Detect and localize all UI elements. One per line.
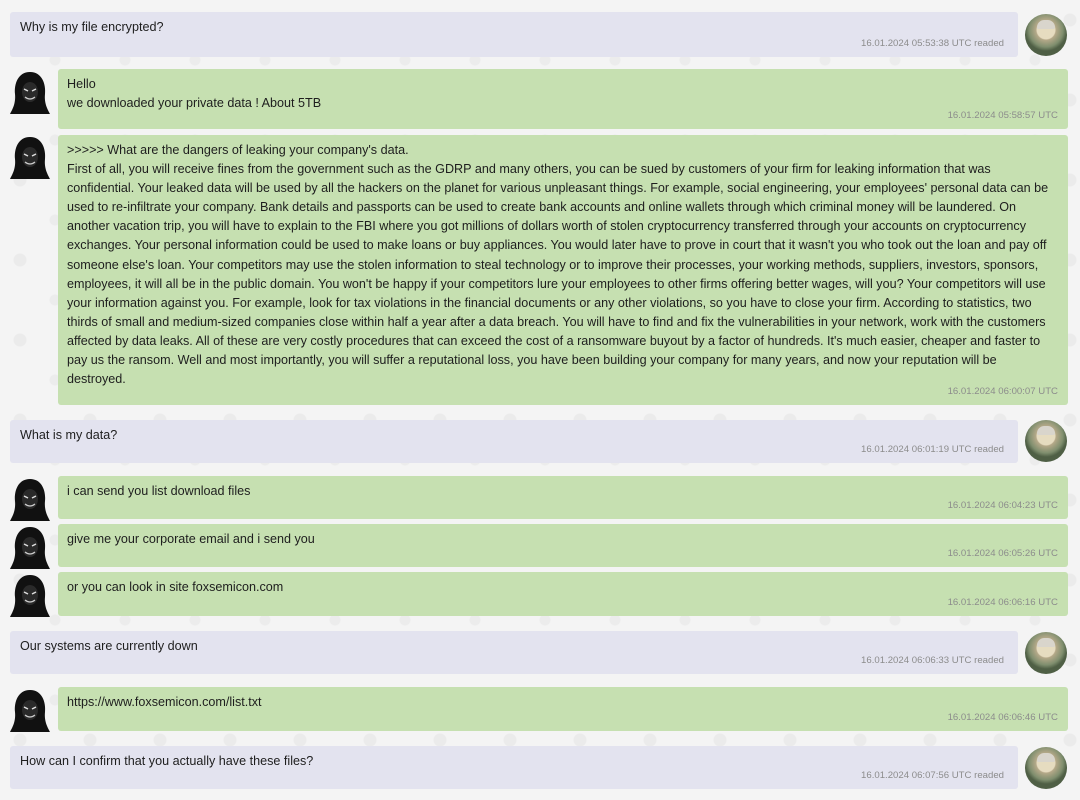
message-text: Hello we downloaded your private data ! …: [67, 77, 322, 111]
user-avatar: [1025, 14, 1067, 56]
message-bubble-hacker: give me your corporate email and i send …: [58, 524, 1068, 567]
hacker-avatar: [10, 477, 50, 521]
hacker-avatar: [10, 573, 50, 617]
hacker-avatar: [10, 525, 50, 569]
message-bubble-hacker: Hello we downloaded your private data ! …: [58, 69, 1068, 129]
message-text: i can send you list download files: [67, 484, 251, 498]
message-bubble-hacker: >>>>> What are the dangers of leaking yo…: [58, 135, 1068, 405]
message-bubble-user: How can I confirm that you actually have…: [10, 746, 1018, 789]
message-text: https://www.foxsemicon.com/list.txt: [67, 695, 262, 709]
message-timestamp: 16.01.2024 05:58:57 UTC: [947, 109, 1058, 121]
message-bubble-user: What is my data? 16.01.2024 06:01:19 UTC…: [10, 420, 1018, 463]
message-timestamp: 16.01.2024 06:00:07 UTC: [947, 385, 1058, 397]
message-text: Our systems are currently down: [20, 639, 198, 653]
message-bubble-hacker: i can send you list download files 16.01…: [58, 476, 1068, 519]
message-bubble-user: Why is my file encrypted? 16.01.2024 05:…: [10, 12, 1018, 57]
message-text: Why is my file encrypted?: [20, 20, 164, 34]
message-timestamp: 16.01.2024 06:07:56 UTC readed: [861, 769, 1004, 781]
hacker-avatar: [10, 70, 50, 114]
message-timestamp: 16.01.2024 06:06:33 UTC readed: [861, 654, 1004, 666]
message-text: What is my data?: [20, 428, 118, 442]
message-text: give me your corporate email and i send …: [67, 532, 315, 546]
message-timestamp: 16.01.2024 06:05:26 UTC: [947, 547, 1058, 559]
message-text: How can I confirm that you actually have…: [20, 754, 314, 768]
user-avatar: [1025, 747, 1067, 789]
message-timestamp: 16.01.2024 06:01:19 UTC readed: [861, 443, 1004, 455]
message-timestamp: 16.01.2024 05:53:38 UTC readed: [861, 37, 1004, 49]
user-avatar: [1025, 420, 1067, 462]
hacker-avatar: [10, 135, 50, 179]
message-timestamp: 16.01.2024 06:06:16 UTC: [947, 596, 1058, 608]
message-text: or you can look in site foxsemicon.com: [67, 580, 284, 594]
message-bubble-hacker: https://www.foxsemicon.com/list.txt 16.0…: [58, 687, 1068, 731]
message-timestamp: 16.01.2024 06:06:46 UTC: [947, 711, 1058, 723]
message-text: >>>>> What are the dangers of leaking yo…: [67, 143, 1049, 387]
message-bubble-user: Our systems are currently down 16.01.202…: [10, 631, 1018, 674]
user-avatar: [1025, 632, 1067, 674]
message-bubble-hacker: or you can look in site foxsemicon.com 1…: [58, 572, 1068, 616]
hacker-avatar: [10, 688, 50, 732]
message-timestamp: 16.01.2024 06:04:23 UTC: [947, 499, 1058, 511]
